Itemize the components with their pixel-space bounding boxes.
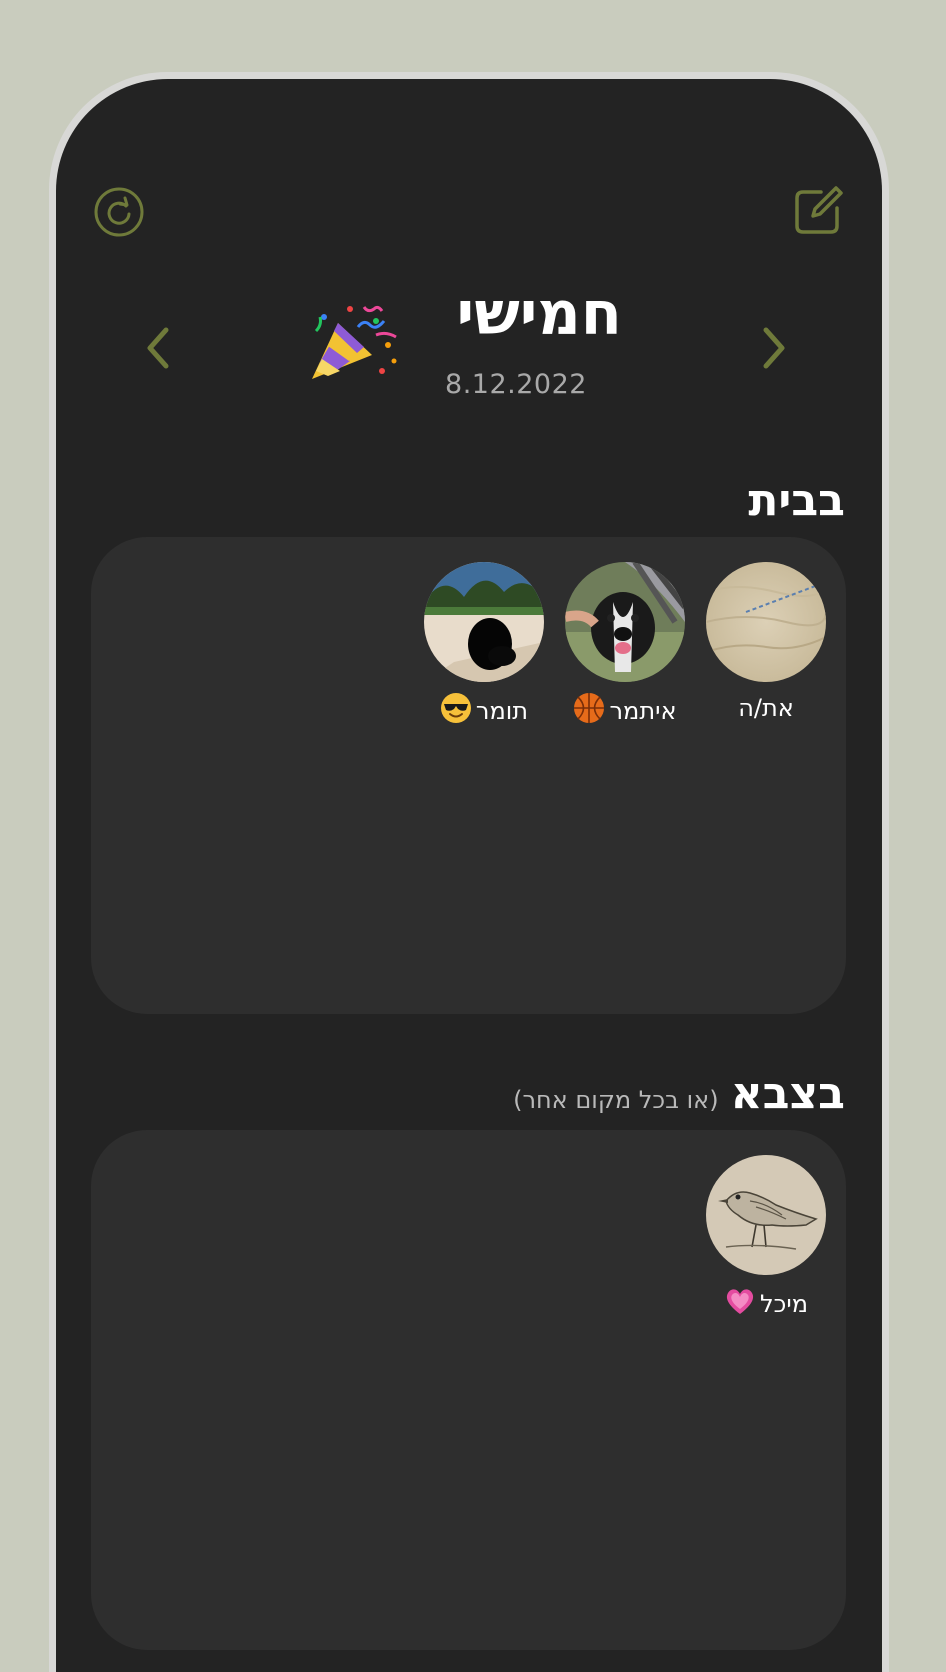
section-army-label: בצבא	[730, 1068, 845, 1119]
phone-frame: חמישי 8.12.2022 בבית את/ה איתמר תומר בצב…	[49, 72, 889, 1672]
section-title-home: בבית	[748, 479, 845, 523]
person-name: מיכל	[691, 1285, 841, 1325]
home-card: את/ה איתמר תומר	[91, 537, 846, 1014]
chevron-left-icon[interactable]	[138, 324, 178, 372]
sunglasses-face-icon	[440, 692, 472, 732]
person-you[interactable]: את/ה	[691, 562, 841, 724]
refresh-icon[interactable]	[91, 184, 147, 240]
section-army-subtitle: (או בכל מקום אחר)	[513, 1086, 719, 1114]
date-label: 8.12.2022	[445, 369, 587, 400]
person-name: תומר	[409, 692, 559, 732]
section-home-label: בבית	[748, 475, 845, 526]
avatar	[424, 562, 544, 682]
person-name: את/ה	[738, 694, 794, 722]
person-tomer[interactable]: תומר	[409, 562, 559, 732]
edit-icon[interactable]	[791, 182, 847, 238]
person-michal[interactable]: מיכל	[691, 1155, 841, 1325]
person-name: איתמר	[550, 692, 700, 732]
party-popper-icon	[306, 301, 402, 387]
pink-heart-icon	[724, 1285, 756, 1325]
avatar	[706, 562, 826, 682]
avatar	[706, 1155, 826, 1275]
basketball-icon	[573, 692, 605, 732]
app-screen: חמישי 8.12.2022 בבית את/ה איתמר תומר בצב…	[56, 79, 882, 1672]
day-title: חמישי	[456, 279, 622, 349]
person-itamar[interactable]: איתמר	[550, 562, 700, 732]
chevron-right-icon[interactable]	[754, 324, 794, 372]
section-title-army: בצבא(או בכל מקום אחר)	[513, 1072, 845, 1116]
army-card: מיכל	[91, 1130, 846, 1650]
avatar	[565, 562, 685, 682]
